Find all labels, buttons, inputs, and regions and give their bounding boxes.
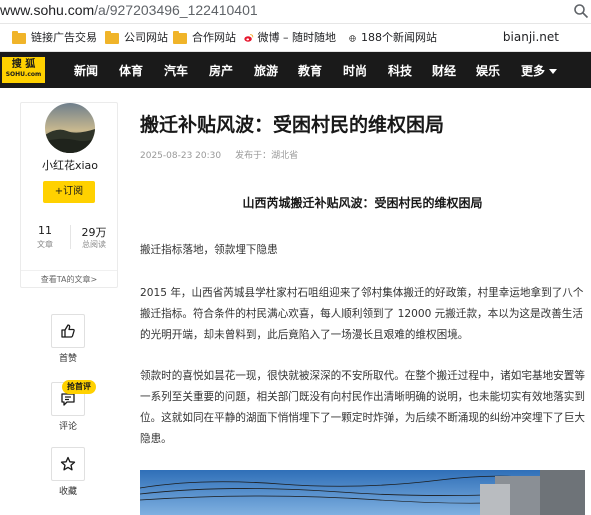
logo-subtext: SOHU.com: [5, 71, 42, 78]
first-comment-badge: 抢首评: [62, 380, 96, 394]
nav-fashion[interactable]: 时尚: [343, 62, 367, 79]
village-photo: [140, 470, 585, 515]
views-label: 总阅读: [82, 240, 106, 249]
bookmark-company-sites[interactable]: 公司网站: [105, 30, 168, 46]
star-icon: [60, 456, 76, 471]
publish-date: 2025-08-23 20:30: [140, 151, 222, 161]
weibo-icon: [244, 34, 254, 42]
bookmark-label: 微博 – 随时随地: [257, 31, 337, 44]
stat-divider: [70, 225, 71, 249]
bookmark-label: 链接广告交易: [31, 31, 97, 44]
follow-button[interactable]: +订阅: [43, 181, 95, 203]
comment-label: 评论: [58, 422, 77, 432]
nav-entertainment[interactable]: 娱乐: [476, 62, 500, 79]
avatar-image: [45, 103, 95, 153]
nav-news[interactable]: 新闻: [74, 62, 98, 79]
bookmark-bianji[interactable]: bianji.net: [503, 30, 559, 44]
like-button[interactable]: [51, 314, 85, 348]
article-paragraph: 2015 年，山西省芮城县学杜家村石咀组迎来了邻村集体搬迁的好政策，村里幸运地拿…: [140, 287, 584, 341]
nav-sports[interactable]: 体育: [119, 62, 143, 79]
bookmark-label: 188个新闻网站: [361, 31, 437, 44]
articles-count: 11: [38, 224, 52, 237]
collect-button[interactable]: [51, 447, 85, 481]
nav-realestate[interactable]: 房产: [209, 62, 233, 79]
article-paragraph: 搬迁指标落地，领款埋下隐患: [140, 244, 278, 256]
article-photo: [140, 470, 585, 515]
site-nav: 搜 狐 SOHU.com 新闻 体育 汽车 房产 旅游 教育 时尚 科技 财经 …: [0, 52, 591, 88]
address-bar[interactable]: www.sohu.com/a/927203496_122410401: [0, 0, 591, 24]
folder-icon: [173, 30, 187, 44]
url-host: www.sohu.com: [0, 2, 95, 18]
bookmark-news-sites[interactable]: 188个新闻网站: [349, 30, 437, 46]
globe-icon: [349, 34, 356, 42]
articles-label: 文章: [37, 240, 53, 249]
url-path: /a/927203496_122410401: [94, 2, 258, 18]
chevron-down-icon: [549, 69, 558, 74]
author-name[interactable]: 小红花xiao: [21, 157, 119, 173]
zoom-icon[interactable]: [573, 3, 589, 19]
folder-icon: [12, 30, 26, 44]
bookmark-ad-trading[interactable]: 链接广告交易: [12, 30, 97, 46]
bookmark-partner-sites[interactable]: 合作网站: [173, 30, 236, 46]
nav-travel[interactable]: 旅游: [254, 62, 278, 79]
bookmark-weibo[interactable]: 微博 – 随时随地: [244, 30, 336, 46]
nav-education[interactable]: 教育: [298, 62, 322, 79]
nav-more-label: 更多: [521, 64, 546, 78]
url-text[interactable]: www.sohu.com/a/927203496_122410401: [0, 2, 258, 18]
article-meta: 2025-08-23 20:30 发布于：湖北省: [140, 148, 298, 161]
article-title: 搬迁补贴风波：受困村民的维权困局: [140, 114, 445, 136]
author-card: 小红花xiao +订阅 11 文章 29万 总阅读 查看TA的文章>: [20, 102, 118, 288]
avatar[interactable]: [45, 103, 95, 153]
nav-finance[interactable]: 财经: [432, 62, 456, 79]
bookmark-label: 公司网站: [124, 31, 168, 44]
thumbs-up-icon: [61, 324, 75, 338]
nav-more[interactable]: 更多: [521, 62, 558, 79]
like-label: 首赞: [58, 354, 77, 364]
sohu-logo[interactable]: 搜 狐 SOHU.com: [2, 57, 45, 83]
see-more-articles-link[interactable]: 查看TA的文章>: [21, 270, 117, 288]
nav-auto[interactable]: 汽车: [164, 62, 188, 79]
folder-icon: [105, 30, 119, 44]
publish-source: 发布于：湖北省: [235, 151, 299, 161]
article-paragraph: 领款时的喜悦如昙花一现，很快就被深深的不安所取代。在整个搬迁过程中，诸如宅基地安…: [140, 370, 585, 445]
collect-label: 收藏: [58, 487, 77, 497]
logo-text: 搜 狐: [11, 59, 36, 70]
bookmark-label: 合作网站: [192, 31, 236, 44]
views-count: 29万: [81, 226, 107, 239]
bookmarks-bar: 链接广告交易 公司网站 合作网站 微博 – 随时随地 188个新闻网站 bian…: [0, 24, 591, 52]
nav-tech[interactable]: 科技: [388, 62, 412, 79]
article-subheading: 山西芮城搬迁补贴风波：受困村民的维权困局: [242, 196, 483, 210]
